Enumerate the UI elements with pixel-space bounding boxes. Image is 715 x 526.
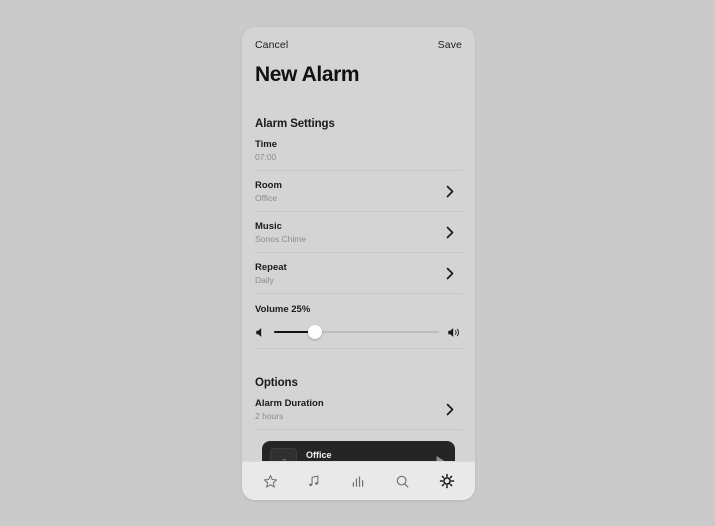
search-icon xyxy=(395,474,410,489)
bottom-nav xyxy=(242,461,475,500)
nav-item-search[interactable] xyxy=(381,462,425,500)
row-texts: Time 07:00 xyxy=(255,139,277,162)
volume-block: Volume 25% xyxy=(255,294,462,349)
nav-item-music[interactable] xyxy=(292,462,336,500)
row-music[interactable]: Music Sonos Chime xyxy=(255,212,462,253)
row-label: Alarm Duration xyxy=(255,398,324,409)
new-alarm-card: Cancel Save New Alarm Alarm Settings Tim… xyxy=(242,27,475,500)
row-label: Repeat xyxy=(255,262,287,273)
row-texts: Room Office xyxy=(255,180,282,203)
now-playing-title: Office xyxy=(306,450,332,460)
equalizer-icon xyxy=(351,474,366,489)
album-art-placeholder: ♫ xyxy=(270,447,297,461)
volume-slider-row xyxy=(255,325,462,339)
row-time[interactable]: Time 07:00 xyxy=(255,130,462,171)
slider-thumb[interactable] xyxy=(308,325,323,339)
save-button[interactable]: Save xyxy=(438,39,462,51)
volume-label: Volume 25% xyxy=(255,304,311,315)
star-icon xyxy=(263,474,278,489)
chevron-right-icon[interactable] xyxy=(445,226,455,240)
section-title-options: Options xyxy=(255,377,298,389)
now-playing-texts: Office No music selected xyxy=(306,450,426,461)
row-value: 2 hours xyxy=(255,411,284,421)
row-value: 07:00 xyxy=(255,152,277,162)
music-note-icon xyxy=(307,474,322,489)
row-texts: Repeat Daily xyxy=(255,262,287,285)
nav-item-levels[interactable] xyxy=(336,462,380,500)
row-repeat[interactable]: Repeat Daily xyxy=(255,253,462,294)
row-texts: Music Sonos Chime xyxy=(255,221,306,244)
row-value: Office xyxy=(255,193,278,203)
modal-topbar: Cancel Save xyxy=(255,27,462,63)
chevron-right-icon[interactable] xyxy=(445,403,455,417)
speaker-mute-icon[interactable] xyxy=(255,327,266,338)
row-value: Daily xyxy=(255,275,274,285)
row-label: Time xyxy=(255,139,278,150)
row-alarm-duration[interactable]: Alarm Duration 2 hours xyxy=(255,389,462,430)
section-title-alarm-settings: Alarm Settings xyxy=(255,118,335,130)
row-value: Sonos Chime xyxy=(255,234,307,244)
card-body: Cancel Save New Alarm Alarm Settings Tim… xyxy=(242,27,475,461)
gear-icon xyxy=(439,473,455,489)
chevron-right-icon[interactable] xyxy=(445,185,455,199)
nav-item-settings[interactable] xyxy=(425,462,469,500)
row-room[interactable]: Room Office xyxy=(255,171,462,212)
cancel-button[interactable]: Cancel xyxy=(255,39,288,51)
chevron-right-icon[interactable] xyxy=(445,267,455,281)
row-label: Room xyxy=(255,180,282,191)
speaker-loud-icon[interactable] xyxy=(447,327,462,338)
volume-slider[interactable] xyxy=(274,325,439,339)
row-label: Music xyxy=(255,221,282,232)
nav-item-favorites[interactable] xyxy=(248,462,292,500)
now-playing-bar[interactable]: ♫ Office No music selected xyxy=(262,441,455,461)
page-title: New Alarm xyxy=(255,63,360,86)
row-texts: Alarm Duration 2 hours xyxy=(255,398,324,421)
